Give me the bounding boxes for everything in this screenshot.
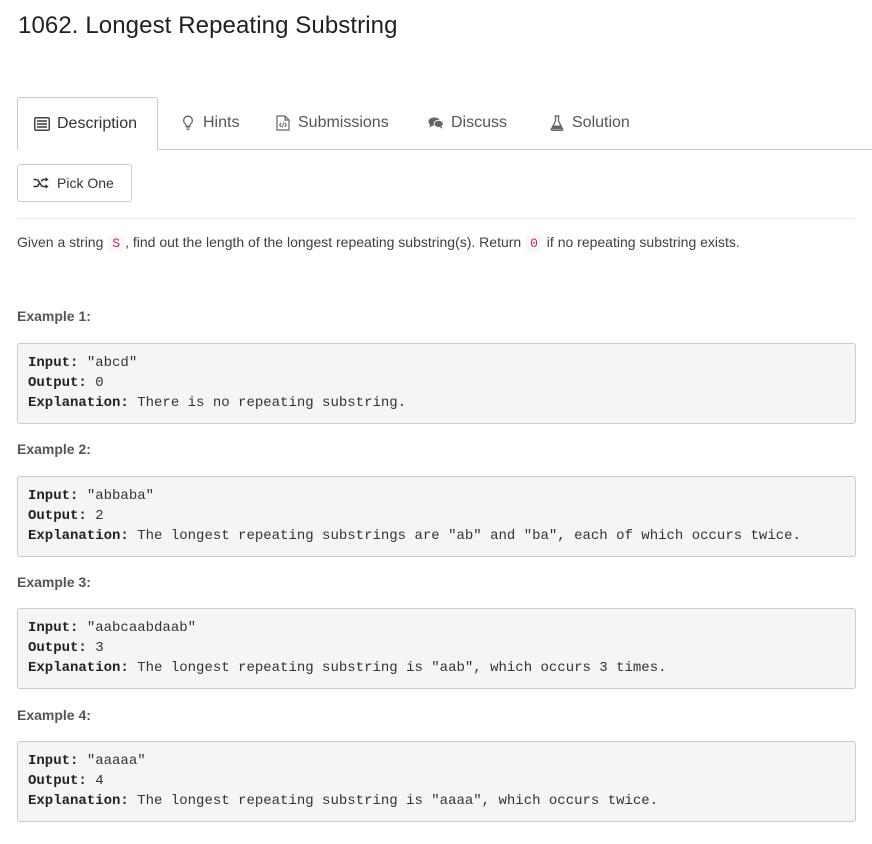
input-key: Input:	[28, 355, 79, 371]
flask-icon	[549, 115, 565, 131]
tab-description[interactable]: Description	[17, 97, 158, 150]
output-key: Output:	[28, 640, 87, 656]
code-file-icon	[275, 115, 291, 131]
divider	[17, 218, 855, 219]
explanation-key: Explanation:	[28, 793, 129, 809]
tab-solution[interactable]: Solution	[549, 97, 630, 149]
description-text: Given a string	[17, 234, 108, 250]
tab-hints[interactable]: Hints	[180, 97, 239, 149]
explanation-key: Explanation:	[28, 528, 129, 544]
pick-one-label: Pick One	[57, 175, 114, 191]
tab-label: Hints	[203, 114, 240, 131]
description-text: if no repeating substring exists.	[542, 234, 740, 250]
problem-description: Given a string S, find out the length of…	[17, 232, 740, 254]
tab-label: Solution	[572, 114, 630, 131]
example-4-code: Input: "aaaaa" Output: 4 Explanation: The …	[17, 741, 856, 822]
description-text: , find out the length of the longest rep…	[125, 234, 526, 250]
explanation-key: Explanation:	[28, 395, 129, 411]
comments-icon	[428, 115, 444, 131]
output-key: Output:	[28, 375, 87, 391]
output-value: 0	[86, 375, 104, 391]
description-icon	[34, 116, 50, 132]
input-key: Input:	[28, 620, 79, 636]
example-1-label: Example 1:	[17, 308, 91, 324]
explanation-value: The longest repeating substring is "aab"…	[128, 660, 667, 676]
explanation-value: There is no repeating substring.	[128, 395, 407, 411]
lightbulb-icon	[180, 115, 196, 131]
input-value: "abcd"	[78, 355, 138, 371]
problem-tabs: Description Hints Submissions Discuss So…	[17, 97, 872, 150]
input-value: "aaaaa"	[78, 753, 146, 769]
tab-label: Discuss	[451, 114, 508, 131]
output-value: 2	[86, 508, 104, 524]
explanation-key: Explanation:	[28, 660, 129, 676]
inline-code-zero: 0	[526, 235, 542, 252]
example-2-code: Input: "abbaba" Output: 2 Explanation: The…	[17, 476, 856, 557]
output-value: 3	[86, 640, 104, 656]
example-2-label: Example 2:	[17, 441, 91, 457]
pick-one-button[interactable]: Pick One	[17, 164, 132, 202]
example-1-code: Input: "abcd" Output: 0 Explanation: There…	[17, 343, 856, 424]
input-key: Input:	[28, 488, 79, 504]
tab-submissions[interactable]: Submissions	[275, 97, 389, 149]
output-key: Output:	[28, 508, 87, 524]
tab-label: Submissions	[298, 114, 389, 131]
problem-title: 1062. Longest Repeating Substring	[18, 12, 398, 39]
tab-label: Description	[57, 114, 138, 132]
output-key: Output:	[28, 773, 87, 789]
input-value: "abbaba"	[78, 488, 155, 504]
example-3-label: Example 3:	[17, 574, 91, 590]
shuffle-icon	[33, 177, 49, 189]
input-key: Input:	[28, 753, 79, 769]
inline-code-s: S	[108, 235, 125, 252]
output-value: 4	[86, 773, 104, 789]
explanation-value: The longest repeating substrings are "ab…	[128, 528, 801, 544]
example-4-label: Example 4:	[17, 707, 91, 723]
input-value: "aabcaabdaab"	[78, 620, 197, 636]
explanation-value: The longest repeating substring is "aaaa…	[128, 793, 659, 809]
example-3-code: Input: "aabcaabdaab" Output: 3 Explanation…	[17, 608, 856, 689]
tab-discuss[interactable]: Discuss	[428, 97, 507, 149]
